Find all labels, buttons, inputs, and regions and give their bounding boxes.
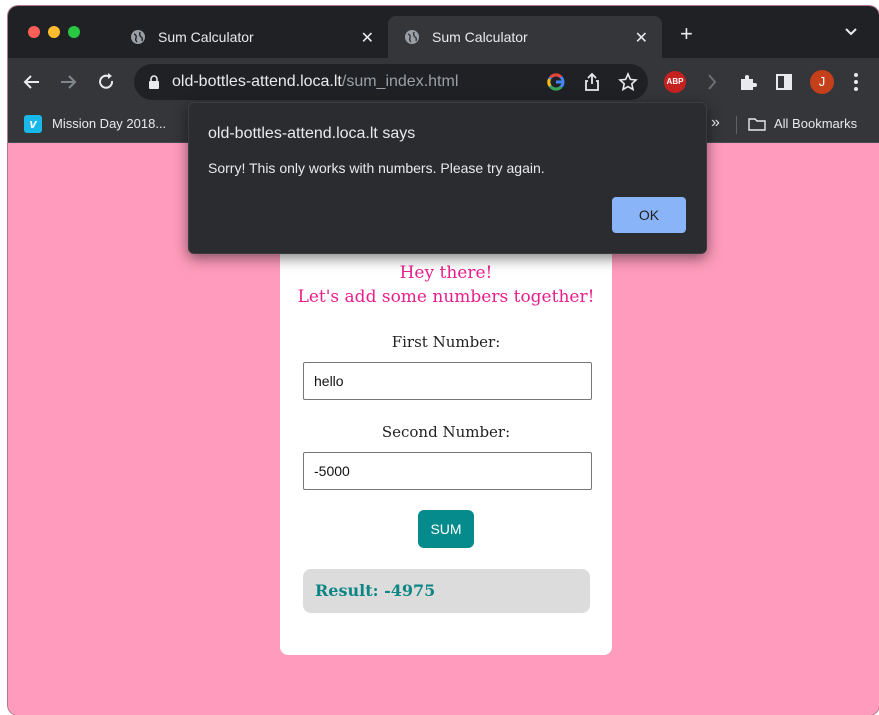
bookmarks-divider (736, 116, 737, 134)
url-text[interactable]: old-bottles-attend.loca.lt/sum_index.htm… (172, 73, 458, 91)
share-icon[interactable] (582, 72, 602, 92)
adblock-plus-icon[interactable]: ABP (664, 71, 686, 93)
star-icon[interactable] (618, 72, 638, 92)
google-icon[interactable] (546, 72, 566, 92)
vimeo-icon: v (24, 115, 42, 133)
dialog-title: old-bottles-attend.loca.lt says (208, 125, 416, 142)
back-arrow-icon[interactable] (22, 72, 42, 92)
bookmarks-overflow-button[interactable]: » (711, 114, 720, 132)
sum-button[interactable]: SUM (418, 510, 474, 548)
second-number-label: Second Number: (381, 423, 511, 441)
bookmark-mission-day[interactable]: Mission Day 2018... (52, 116, 166, 131)
first-number-input[interactable] (303, 362, 592, 400)
chevron-right-icon[interactable] (702, 72, 722, 92)
lock-icon[interactable] (148, 75, 160, 89)
greeting-line-1: Hey there! (399, 263, 493, 283)
browser-toolbar: old-bottles-attend.loca.lt/sum_index.htm… (8, 58, 879, 106)
calculator-card: Hey there! Let's add some numbers togeth… (280, 229, 612, 655)
address-bar[interactable]: old-bottles-attend.loca.lt/sum_index.htm… (134, 64, 648, 100)
side-panel-icon[interactable] (774, 72, 794, 92)
kebab-menu-icon[interactable] (854, 72, 858, 92)
close-tab-icon[interactable]: ✕ (361, 28, 374, 48)
ok-button[interactable]: OK (612, 197, 686, 233)
tab-title: Sum Calculator (432, 29, 528, 45)
close-window-button[interactable] (28, 26, 40, 38)
url-path: /sum_index.html (341, 73, 459, 90)
tab-strip: Sum Calculator ✕ Sum Calculator ✕ + (8, 6, 879, 58)
minimize-window-button[interactable] (48, 26, 60, 38)
greeting: Hey there! Let's add some numbers togeth… (280, 261, 612, 309)
dialog-message: Sorry! This only works with numbers. Ple… (208, 160, 545, 176)
new-tab-button[interactable]: + (680, 23, 693, 45)
forward-arrow-icon[interactable] (58, 72, 78, 92)
extensions-puzzle-icon[interactable] (738, 72, 758, 92)
close-tab-icon[interactable]: ✕ (635, 28, 648, 48)
reload-icon[interactable] (96, 72, 116, 92)
globe-icon (131, 30, 145, 44)
tab-sum-calculator-2[interactable]: Sum Calculator ✕ (388, 16, 662, 58)
result-box: Result: -4975 (303, 569, 590, 613)
zoom-window-button[interactable] (68, 26, 80, 38)
result-text: Result: -4975 (315, 581, 436, 600)
alert-dialog: old-bottles-attend.loca.lt says Sorry! T… (188, 102, 707, 254)
all-bookmarks-button[interactable]: All Bookmarks (774, 116, 857, 131)
profile-avatar[interactable]: J (810, 70, 834, 94)
folder-icon (748, 118, 766, 131)
chevron-down-icon[interactable] (845, 28, 857, 36)
tab-sum-calculator-1[interactable]: Sum Calculator ✕ (114, 16, 388, 58)
second-number-input[interactable] (303, 452, 592, 490)
tab-title: Sum Calculator (158, 29, 254, 45)
url-host: old-bottles-attend.loca.lt (172, 73, 342, 90)
browser-window: Sum Calculator ✕ Sum Calculator ✕ + old-… (8, 6, 879, 715)
greeting-line-2: Let's add some numbers together! (297, 287, 595, 307)
first-number-label: First Number: (391, 333, 501, 351)
globe-icon (405, 30, 419, 44)
